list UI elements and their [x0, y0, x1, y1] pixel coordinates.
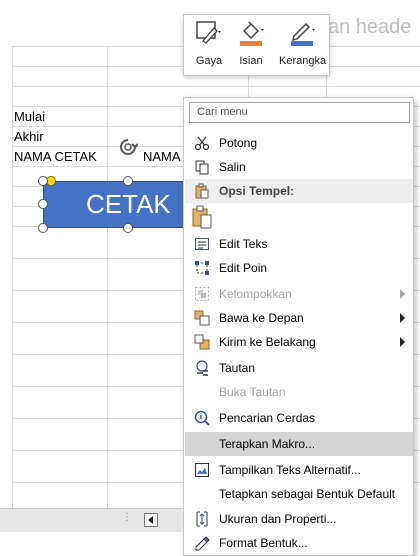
- menu-item-bring-front[interactable]: Bawa ke Depan: [185, 306, 413, 330]
- context-menu: Cari menu Potong Salin Opsi Tempel: Edit…: [183, 97, 414, 556]
- paint-bucket-icon: [240, 21, 264, 46]
- scroll-left-button[interactable]: [144, 513, 158, 527]
- outline-label: Kerangka: [279, 55, 327, 67]
- menu-item-send-back[interactable]: Kirim ke Belakang: [185, 330, 413, 354]
- cetak-button-shape[interactable]: CETAK: [43, 181, 203, 228]
- resize-handle-top[interactable]: [123, 176, 133, 186]
- menu-label: Terapkan Makro...: [219, 437, 316, 451]
- alt-text-icon: [195, 463, 209, 477]
- copy-icon: [195, 160, 209, 175]
- sheet-title-ghost: kan heade: [318, 16, 412, 38]
- rotate-handle-icon[interactable]: [118, 137, 138, 157]
- menu-label: Opsi Tempel:: [219, 184, 295, 198]
- fill-button[interactable]: Isian: [236, 19, 266, 67]
- style-label: Gaya: [195, 55, 223, 67]
- edit-points-icon: [195, 261, 209, 275]
- mini-toolbar: Gaya Isian Kerangka: [183, 14, 330, 76]
- paste-option-button[interactable]: [185, 203, 413, 231]
- menu-item-edit-points[interactable]: Edit Poin: [185, 256, 413, 280]
- cell-nama[interactable]: NAMA: [143, 149, 181, 164]
- pen-outline-icon: [291, 22, 315, 46]
- link-icon: [196, 360, 208, 376]
- menu-item-assign-macro[interactable]: Terapkan Makro...: [185, 432, 413, 456]
- style-button[interactable]: Gaya: [194, 19, 224, 67]
- menu-item-set-default[interactable]: Tetapkan sebagai Bentuk Default: [185, 482, 413, 506]
- splitter-handle[interactable]: ⋮: [122, 512, 132, 523]
- cell-akhir[interactable]: Akhir: [14, 129, 44, 144]
- menu-item-copy[interactable]: Salin: [185, 155, 413, 179]
- menu-label: Potong: [219, 136, 258, 150]
- shape-style-icon: [196, 21, 221, 44]
- menu-label: Tampilkan Teks Alternatif...: [219, 463, 361, 477]
- bring-front-icon: [194, 310, 210, 326]
- resize-handle-bottom-left[interactable]: [38, 223, 48, 233]
- resize-handle-left[interactable]: [38, 199, 48, 209]
- cell-nama-cetak[interactable]: NAMA CETAK: [14, 149, 97, 164]
- resize-handle-top-left[interactable]: [38, 176, 48, 186]
- menu-item-link[interactable]: Tautan: [185, 356, 413, 380]
- menu-label: Bawa ke Depan: [219, 311, 304, 325]
- paste-keep-icon: [192, 205, 212, 229]
- menu-item-size-properties[interactable]: Ukuran dan Properti...: [185, 507, 413, 531]
- menu-label: Salin: [219, 160, 246, 174]
- format-shape-icon: [195, 536, 210, 551]
- group-icon: [195, 287, 209, 301]
- menu-item-smart-lookup[interactable]: Pencarian Cerdas: [185, 406, 413, 430]
- menu-item-edit-text[interactable]: Edit Teks: [185, 232, 413, 256]
- paste-icon: [195, 183, 209, 199]
- menu-label: Kelompokkan: [219, 287, 292, 301]
- menu-label: Tetapkan sebagai Bentuk Default: [219, 487, 396, 501]
- gridline: [107, 46, 108, 508]
- fill-label: Isian: [239, 55, 263, 67]
- menu-label: Kirim ke Belakang: [219, 335, 316, 349]
- resize-handle-bottom[interactable]: [123, 223, 133, 233]
- menu-label: Format Bentuk...: [219, 536, 308, 550]
- menu-label: Pencarian Cerdas: [219, 411, 316, 425]
- menu-item-cut[interactable]: Potong: [185, 131, 413, 155]
- outline-button[interactable]: Kerangka: [279, 19, 327, 67]
- cell-mulai[interactable]: Mulai: [14, 109, 45, 124]
- menu-label: Edit Teks: [219, 237, 268, 251]
- submenu-arrow-icon: [400, 337, 405, 347]
- gridline: [12, 46, 13, 508]
- menu-item-group[interactable]: Kelompokkan: [185, 282, 413, 306]
- menu-header-paste-options: Opsi Tempel:: [185, 179, 413, 203]
- gridline: [12, 86, 420, 87]
- menu-item-open-link[interactable]: Buka Tautan: [185, 380, 413, 404]
- menu-label: Tautan: [219, 361, 256, 375]
- menu-label: Edit Poin: [219, 261, 268, 275]
- menu-item-format-shape[interactable]: Format Bentuk...: [185, 531, 413, 555]
- menu-search-input[interactable]: Cari menu: [189, 102, 410, 123]
- menu-label: Buka Tautan: [219, 385, 286, 399]
- smart-lookup-icon: [194, 410, 210, 426]
- scissors-icon: [194, 136, 210, 151]
- menu-item-alt-text[interactable]: Tampilkan Teks Alternatif...: [185, 458, 413, 482]
- submenu-arrow-icon: [400, 313, 405, 323]
- send-back-icon: [194, 334, 210, 350]
- size-properties-icon: [196, 511, 208, 527]
- edit-text-icon: [195, 238, 209, 250]
- sheet-tab-bar: ⋮: [0, 508, 183, 532]
- submenu-arrow-icon: [400, 289, 405, 299]
- menu-label: Ukuran dan Properti...: [219, 512, 337, 526]
